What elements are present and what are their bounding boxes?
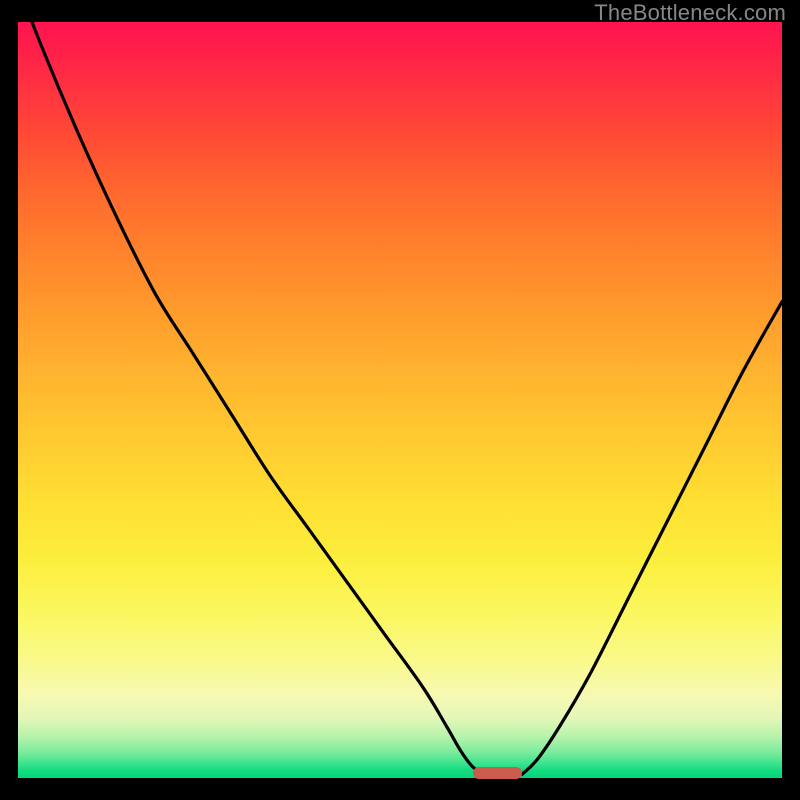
plot-background-gradient <box>18 22 782 778</box>
watermark-text: TheBottleneck.com <box>594 0 786 26</box>
bottleneck-curve-right <box>522 302 782 775</box>
curves-svg <box>18 22 782 778</box>
bottleneck-curve-left <box>18 22 484 774</box>
chart-frame: TheBottleneck.com <box>0 0 800 800</box>
optimal-marker <box>473 767 523 779</box>
